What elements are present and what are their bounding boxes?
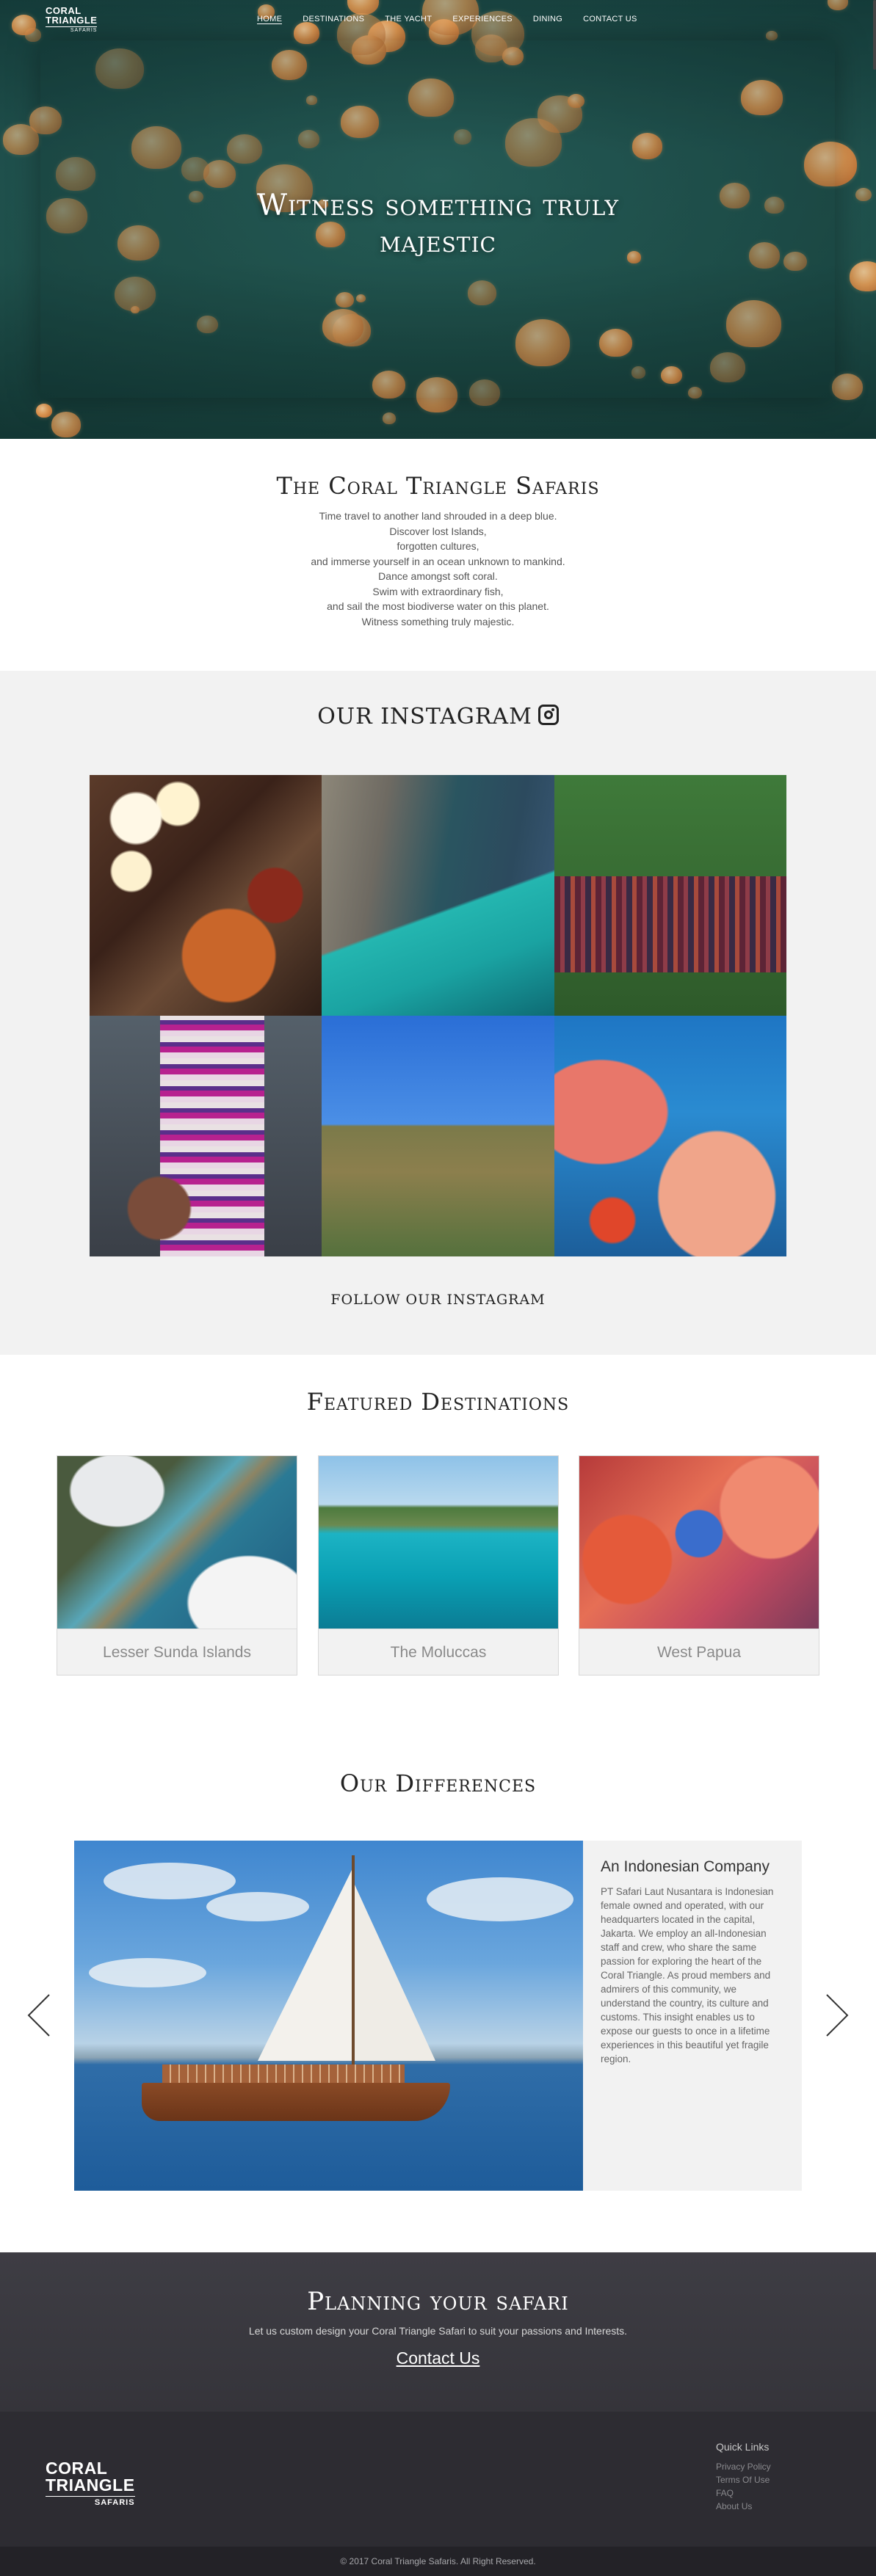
privacy-policy-link[interactable]: Privacy Policy xyxy=(716,2460,771,2473)
destination-image xyxy=(319,1456,558,1629)
contact-us-link[interactable]: Contact Us xyxy=(397,2348,480,2368)
instagram-photo-textiles[interactable] xyxy=(554,775,786,1016)
carousel-prev-button[interactable] xyxy=(26,1993,52,2037)
instagram-title-text: OUR INSTAGRAM xyxy=(317,704,532,729)
instagram-photo-lagoon[interactable] xyxy=(322,775,554,1016)
intro-line: and sail the most biodiverse water on th… xyxy=(327,600,549,612)
destination-card-west-papua[interactable]: West Papua xyxy=(579,1455,819,1676)
instagram-grid xyxy=(90,775,786,1256)
mast xyxy=(352,1855,355,2075)
destination-name: The Moluccas xyxy=(319,1629,558,1675)
intro-line: Witness something truly majestic. xyxy=(361,615,515,627)
footer: CORAL TRIANGLE SAFARIS Quick Links Priva… xyxy=(0,2412,876,2547)
instagram-section: OUR INSTAGRAM FOLLOW OUR INSTAGRAM xyxy=(0,671,876,1355)
jellyfish xyxy=(831,373,863,400)
main-nav: CORAL TRIANGLE SAFARIS HOME DESTINATIONS… xyxy=(0,0,876,41)
nav-menu: HOME DESTINATIONS THE YACHT EXPERIENCES … xyxy=(257,15,658,24)
planning-section: Planning your safari Let us custom desig… xyxy=(0,2252,876,2412)
terms-of-use-link[interactable]: Terms Of Use xyxy=(716,2473,771,2486)
destination-card-moluccas[interactable]: The Moluccas xyxy=(318,1455,559,1676)
differences-section: Our Differences An Indonesian Company PT… xyxy=(0,1725,876,2252)
scroll-indicator[interactable] xyxy=(873,0,876,70)
nav-item-contact-us[interactable]: CONTACT US xyxy=(583,15,637,24)
boat-hull xyxy=(142,2083,450,2121)
follow-instagram-link[interactable]: FOLLOW OUR INSTAGRAM xyxy=(0,1292,876,1308)
quick-links: Quick Links Privacy Policy Terms Of Use … xyxy=(716,2441,771,2513)
intro-line: forgotten cultures, xyxy=(397,540,479,552)
jellyfish xyxy=(382,412,397,424)
hero-section: Witness something truly majestic CORAL T… xyxy=(0,0,876,439)
hero-title-line1: Witness something truly xyxy=(257,189,619,222)
logo-line3: SAFARIS xyxy=(46,2496,135,2507)
brand-logo[interactable]: CORAL TRIANGLE SAFARIS xyxy=(46,6,98,33)
slide-body: PT Safari Laut Nusantara is Indonesian f… xyxy=(601,1886,774,2064)
nav-item-destinations[interactable]: DESTINATIONS xyxy=(303,15,364,24)
jellyfish xyxy=(35,404,52,418)
differences-title: Our Differences xyxy=(339,1769,537,1797)
copyright: © 2017 Coral Triangle Safaris. All Right… xyxy=(0,2547,876,2576)
slide-text-panel: An Indonesian Company PT Safari Laut Nus… xyxy=(583,1841,802,2191)
intro-line: Discover lost Islands, xyxy=(389,525,487,537)
intro-title: The Coral Triangle Safaris xyxy=(276,472,600,500)
destination-card-lesser-sunda[interactable]: Lesser Sunda Islands xyxy=(57,1455,297,1676)
instagram-photo-weaving[interactable] xyxy=(90,1016,322,1256)
intro-line: Swim with extraordinary fish, xyxy=(372,585,504,597)
featured-title: Featured Destinations xyxy=(306,1388,570,1416)
intro-section: The Coral Triangle Safaris Time travel t… xyxy=(0,439,876,671)
nav-item-experiences[interactable]: EXPERIENCES xyxy=(452,15,513,24)
jellyfish xyxy=(51,412,82,437)
slide-heading: An Indonesian Company xyxy=(601,1858,770,1875)
logo-line3: SAFARIS xyxy=(46,26,98,33)
carousel-next-button[interactable] xyxy=(824,1993,850,2037)
intro-line: Time travel to another land shrouded in … xyxy=(319,510,557,522)
destination-image xyxy=(579,1456,819,1629)
intro-line: Dance amongst soft coral. xyxy=(378,570,498,582)
destination-image xyxy=(57,1456,297,1629)
cloud xyxy=(89,1958,206,1987)
cloud xyxy=(427,1877,573,1921)
logo-line1: CORAL xyxy=(46,2459,108,2478)
instagram-photo-hillside[interactable] xyxy=(322,1016,554,1256)
chevron-right-icon xyxy=(826,1994,849,2037)
intro-text: Time travel to another land shrouded in … xyxy=(0,509,876,629)
about-us-link[interactable]: About Us xyxy=(716,2500,771,2513)
planning-title: Planning your safari xyxy=(307,2287,569,2316)
sail xyxy=(258,1870,352,2061)
nav-item-dining[interactable]: DINING xyxy=(533,15,562,24)
hero-title: Witness something truly majestic xyxy=(0,187,876,261)
destination-name: Lesser Sunda Islands xyxy=(57,1629,297,1675)
slide-image-sailboat xyxy=(74,1841,583,2191)
instagram-icon[interactable] xyxy=(537,705,559,725)
quick-links-title: Quick Links xyxy=(716,2441,770,2453)
intro-line: and immerse yourself in an ocean unknown… xyxy=(311,555,565,567)
instagram-title: OUR INSTAGRAM xyxy=(0,704,876,729)
chevron-left-icon xyxy=(27,1994,50,2037)
footer-logo[interactable]: CORAL TRIANGLE SAFARIS xyxy=(46,2460,135,2507)
faq-link[interactable]: FAQ xyxy=(716,2486,771,2500)
planning-subtitle: Let us custom design your Coral Triangle… xyxy=(248,2325,628,2337)
destination-name: West Papua xyxy=(579,1629,819,1675)
hero-title-line2: majestic xyxy=(380,225,496,259)
nav-item-the-yacht[interactable]: THE YACHT xyxy=(385,15,432,24)
instagram-photo-food[interactable] xyxy=(90,775,322,1016)
logo-line2: TRIANGLE xyxy=(46,2475,135,2495)
jellyfish xyxy=(849,261,876,291)
sail xyxy=(355,1885,435,2061)
cloud xyxy=(104,1863,236,1899)
logo-line2: TRIANGLE xyxy=(46,15,98,26)
featured-destinations-section: Featured Destinations Lesser Sunda Islan… xyxy=(0,1355,876,1725)
nav-item-home[interactable]: HOME xyxy=(257,15,283,24)
instagram-photo-coral-reef[interactable] xyxy=(554,1016,786,1256)
